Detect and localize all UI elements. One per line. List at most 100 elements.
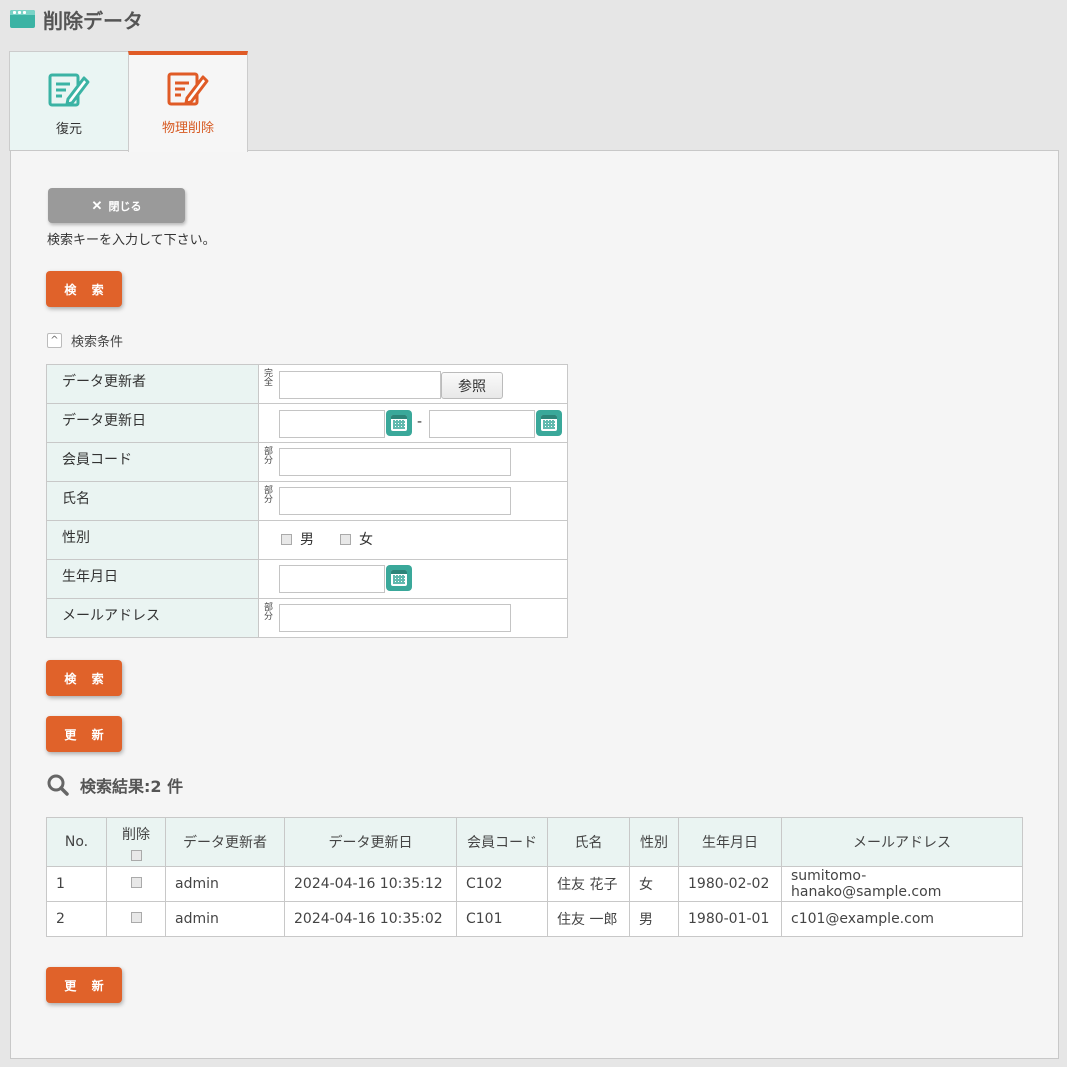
- condition-value: [258, 559, 568, 599]
- update-button[interactable]: 更 新: [46, 967, 122, 1003]
- search-button[interactable]: 検 索: [46, 660, 122, 696]
- search-button-label: 検 索: [64, 282, 110, 297]
- tab-physical-delete[interactable]: 物理削除: [128, 51, 248, 152]
- cell-code: C101: [456, 901, 548, 937]
- tab-restore[interactable]: 復元: [9, 51, 129, 151]
- name-input[interactable]: [279, 487, 511, 515]
- row-delete-checkbox[interactable]: [130, 912, 142, 923]
- column-header: No.: [46, 817, 107, 867]
- column-header: 性別: [629, 817, 679, 867]
- tab-label: 物理削除: [161, 121, 214, 136]
- gender-female-option[interactable]: 女: [340, 529, 373, 549]
- table-row: 1 admin 2024-04-16 10:35:12 C102 住友 花子 女…: [46, 866, 1023, 902]
- cell-name: 住友 一郎: [547, 901, 630, 937]
- cell-no: 1: [46, 866, 107, 902]
- page-title: 削除データ: [43, 8, 143, 33]
- update-date-to-input[interactable]: [429, 410, 535, 438]
- cell-birth: 1980-01-01: [678, 901, 782, 937]
- updater-input[interactable]: [279, 371, 441, 399]
- close-icon: ✕: [91, 197, 103, 213]
- update-button-label: 更 新: [64, 727, 110, 742]
- results-header-row: No. 削除 データ更新者 データ更新日 会員コード 氏名 性別 生年月日 メー…: [46, 817, 1023, 867]
- row-delete-checkbox[interactable]: [130, 877, 142, 888]
- condition-row-birthdate: 生年月日: [46, 559, 568, 599]
- cell-updater: admin: [165, 901, 285, 937]
- window-icon: [10, 10, 35, 28]
- calendar-icon[interactable]: [386, 410, 412, 436]
- results-heading: 検索結果:2 件: [47, 773, 183, 797]
- condition-value: 部分: [258, 442, 568, 482]
- cell-email: c101@example.com: [781, 901, 1023, 937]
- condition-value: 男 女: [258, 520, 568, 560]
- cell-delete: [106, 901, 166, 937]
- edit-document-icon: [167, 72, 209, 106]
- column-header-label: 削除: [122, 826, 150, 843]
- column-header: データ更新者: [165, 817, 285, 867]
- match-mode-label: 部分: [264, 486, 274, 505]
- condition-label: 氏名: [46, 481, 259, 521]
- chevron-up-icon: ^: [47, 333, 62, 348]
- email-input[interactable]: [279, 604, 511, 632]
- calendar-icon[interactable]: [536, 410, 562, 436]
- select-all-checkbox[interactable]: [130, 849, 142, 861]
- cell-gender: 女: [629, 866, 679, 902]
- condition-label: 会員コード: [46, 442, 259, 482]
- cell-updated: 2024-04-16 10:35:12: [284, 866, 457, 902]
- cell-code: C102: [456, 866, 548, 902]
- birthdate-input[interactable]: [279, 565, 385, 593]
- condition-value: -: [258, 403, 568, 443]
- checkbox[interactable]: [340, 533, 351, 545]
- results-title: 検索結果:2 件: [80, 777, 184, 796]
- reference-button[interactable]: 参照: [441, 372, 503, 399]
- condition-value: 部分: [258, 481, 568, 521]
- main-panel: ✕ 閉じる 検索キーを入力して下さい。 検 索 ^ 検索条件 データ更新者 完全…: [10, 150, 1059, 1059]
- condition-row-update-date: データ更新日 -: [46, 403, 568, 443]
- column-header: データ更新日: [284, 817, 457, 867]
- cell-delete: [106, 866, 166, 902]
- condition-row-gender: 性別 男 女: [46, 520, 568, 560]
- checkbox[interactable]: [281, 533, 292, 545]
- search-conditions-label: 検索条件: [71, 335, 124, 350]
- search-conditions-table: データ更新者 完全 参照 データ更新日 - 会員コード 部分 氏名 部分 性別 …: [46, 364, 568, 638]
- search-conditions-toggle[interactable]: ^ 検索条件: [47, 331, 123, 350]
- cell-birth: 1980-02-02: [678, 866, 782, 902]
- column-header: 生年月日: [678, 817, 782, 867]
- cell-updater: admin: [165, 866, 285, 902]
- magnifier-icon: [47, 774, 69, 796]
- match-mode-label: 部分: [264, 603, 274, 622]
- update-date-from-input[interactable]: [279, 410, 385, 438]
- condition-row-email: メールアドレス 部分: [46, 598, 568, 638]
- condition-label: メールアドレス: [46, 598, 259, 638]
- match-mode-label: 完全: [264, 369, 274, 388]
- condition-value: 部分: [258, 598, 568, 638]
- gender-male-label: 男: [300, 532, 314, 548]
- cell-no: 2: [46, 901, 107, 937]
- cell-name: 住友 花子: [547, 866, 630, 902]
- close-button-label: 閉じる: [108, 200, 142, 213]
- close-button[interactable]: ✕ 閉じる: [48, 188, 185, 223]
- condition-value: 完全 参照: [258, 364, 568, 404]
- column-header: 会員コード: [456, 817, 548, 867]
- results-table: No. 削除 データ更新者 データ更新日 会員コード 氏名 性別 生年月日 メー…: [46, 817, 1023, 937]
- update-button[interactable]: 更 新: [46, 716, 122, 752]
- column-header-delete: 削除: [106, 817, 166, 867]
- condition-label: データ更新者: [46, 364, 259, 404]
- cell-updated: 2024-04-16 10:35:02: [284, 901, 457, 937]
- cell-email: sumitomo-hanako@sample.com: [781, 866, 1023, 902]
- gender-female-label: 女: [359, 532, 373, 548]
- condition-row-name: 氏名 部分: [46, 481, 568, 521]
- edit-document-icon: [48, 73, 90, 107]
- search-button[interactable]: 検 索: [46, 271, 122, 307]
- update-button-label: 更 新: [64, 978, 110, 993]
- table-row: 2 admin 2024-04-16 10:35:02 C101 住友 一郎 男…: [46, 901, 1023, 937]
- condition-label: 性別: [46, 520, 259, 560]
- tab-label: 復元: [55, 122, 82, 137]
- member-code-input[interactable]: [279, 448, 511, 476]
- gender-male-option[interactable]: 男: [281, 529, 314, 549]
- condition-label: データ更新日: [46, 403, 259, 443]
- date-range-separator: -: [417, 414, 423, 430]
- calendar-icon[interactable]: [386, 565, 412, 591]
- cell-gender: 男: [629, 901, 679, 937]
- column-header: メールアドレス: [781, 817, 1023, 867]
- match-mode-label: 部分: [264, 447, 274, 466]
